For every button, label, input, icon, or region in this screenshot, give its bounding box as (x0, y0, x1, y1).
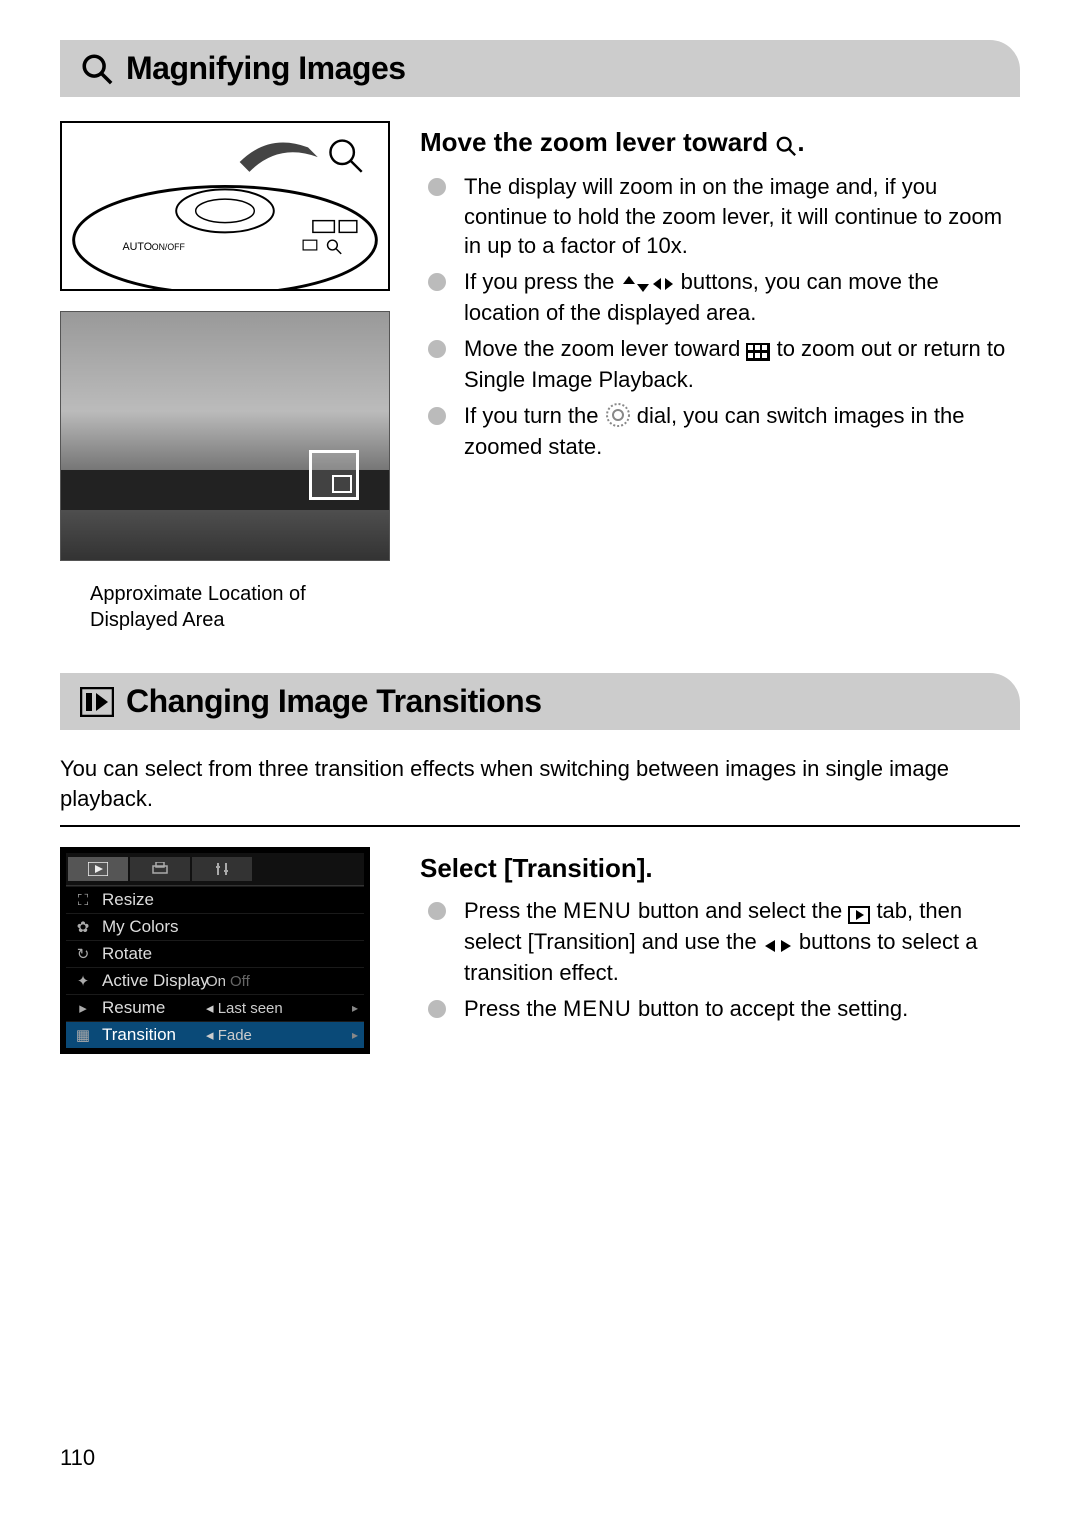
step-title-text-b: . (797, 127, 804, 157)
text: If you turn the (464, 403, 605, 428)
text: If you press the (464, 269, 621, 294)
photo-caption: Approximate Location of Displayed Area (60, 581, 390, 633)
label: Rotate (102, 944, 152, 964)
text: button and select the (632, 898, 849, 923)
menu-tabs (66, 853, 364, 886)
text: Press the (464, 996, 563, 1021)
step-title-zoom: Move the zoom lever toward . (420, 127, 1020, 160)
label: Resize (102, 890, 154, 910)
label: My Colors (102, 917, 179, 937)
print-tab (130, 857, 190, 881)
bullet-move-area: If you press the buttons, you can move t… (464, 267, 1020, 328)
text: Press the (464, 898, 563, 923)
playback-tab-icon (80, 687, 114, 717)
control-dial-icon (605, 402, 631, 432)
section-intro: You can select from three transition eff… (60, 754, 1020, 813)
label: Active Display (102, 971, 209, 991)
bullet-switch-images: If you turn the dial, you can switch ima… (464, 401, 1020, 462)
bullet-zoom-factor: The display will zoom in on the image an… (464, 172, 1020, 261)
menu-item-rotate: ↻Rotate (66, 940, 364, 967)
dpad-icon (621, 268, 675, 298)
playback-tab-icon (848, 898, 870, 928)
step-title-text-a: Move the zoom lever toward (420, 127, 775, 157)
magnify-icon (775, 129, 797, 160)
sample-photo (60, 311, 390, 561)
displayed-area-indicator (309, 450, 359, 500)
menu-button-label: MENU (563, 996, 632, 1021)
menu-screenshot: ⛶Resize ✿My Colors ↻Rotate ✦Active Displ… (60, 847, 370, 1054)
page-number: 110 (60, 1445, 95, 1471)
menu-item-resize: ⛶Resize (66, 886, 364, 913)
value: ◂ Fade (206, 1026, 252, 1044)
section-header-magnifying: Magnifying Images (60, 40, 1020, 97)
left-right-icon (763, 929, 793, 959)
section-title: Changing Image Transitions (126, 683, 542, 720)
text: Move the zoom lever toward (464, 336, 746, 361)
value: On (206, 973, 226, 990)
playback-tab (68, 857, 128, 881)
bullet-accept-setting: Press the MENU button to accept the sett… (464, 994, 1020, 1024)
text: button to accept the setting. (632, 996, 908, 1021)
menu-item-resume: ▸Resume◂ Last seen▸ (66, 994, 364, 1021)
step-title-transition: Select [Transition]. (420, 853, 1020, 884)
bullet-select-transition: Press the MENU button and select the tab… (464, 896, 1020, 988)
magnify-icon (80, 52, 114, 86)
value: ◂ Last seen (206, 999, 283, 1017)
svg-text:ON/OFF: ON/OFF (152, 242, 185, 252)
menu-item-active-display: ✦Active DisplayOnOff (66, 967, 364, 994)
divider (60, 825, 1020, 827)
menu-item-mycolors: ✿My Colors (66, 913, 364, 940)
index-grid-icon (746, 335, 770, 365)
bullet-zoom-out: Move the zoom lever toward to zoom out o… (464, 334, 1020, 395)
section-header-transitions: Changing Image Transitions (60, 673, 1020, 730)
menu-button-label: MENU (563, 898, 632, 923)
tools-tab (192, 857, 252, 881)
section-title: Magnifying Images (126, 50, 406, 87)
value-off: Off (230, 973, 250, 990)
label: Resume (102, 998, 165, 1018)
camera-top-diagram: AUTO ON/OFF (60, 121, 390, 291)
svg-text:AUTO: AUTO (122, 241, 152, 253)
label: Transition (102, 1025, 176, 1045)
menu-item-transition: ▦Transition◂ Fade▸ (66, 1021, 364, 1048)
